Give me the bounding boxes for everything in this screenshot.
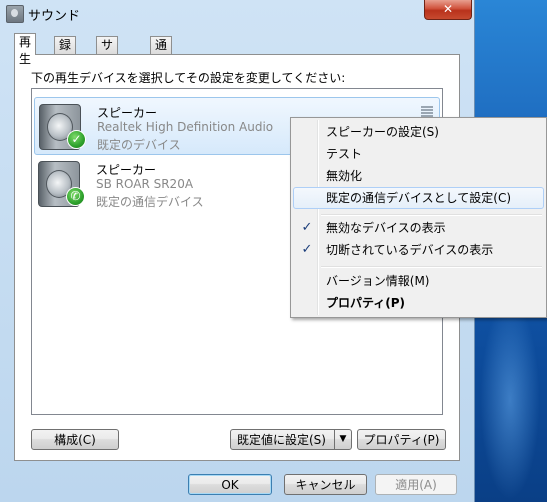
menu-item-label: スピーカーの設定(S) (326, 125, 439, 139)
set-default-button[interactable]: 既定値に設定(S) ▼ (230, 429, 352, 450)
menu-item-show-disabled[interactable]: ✓ 無効なデバイスの表示 (293, 217, 544, 239)
tab-sounds[interactable]: サウンド (96, 36, 119, 103)
instruction-text: 下の再生デバイスを選択してその設定を変更してください: (31, 71, 346, 85)
menu-item-label: 無効なデバイスの表示 (326, 221, 446, 235)
menu-item-label: 切断されているデバイスの表示 (326, 243, 494, 257)
tab-communications[interactable]: 通信 (150, 36, 173, 69)
check-icon: ✓ (67, 130, 86, 149)
menu-item-about[interactable]: バージョン情報(M) (293, 270, 544, 292)
speaker-app-icon (6, 5, 24, 23)
menu-item-disable[interactable]: 無効化 (293, 165, 544, 187)
menu-item-speaker-settings[interactable]: スピーカーの設定(S) (293, 121, 544, 143)
tab-recording[interactable]: 録音 (54, 36, 77, 69)
menu-item-test[interactable]: テスト (293, 143, 544, 165)
check-icon: ✓ (301, 242, 313, 257)
apply-button[interactable]: 適用(A) (375, 474, 457, 495)
menu-item-label: 無効化 (326, 169, 363, 183)
menu-separator (321, 214, 542, 216)
menu-item-label: プロパティ(P) (326, 296, 406, 310)
title-bar[interactable]: サウンド ✕ (0, 0, 474, 26)
device-status: 既定のデバイス (97, 138, 181, 152)
device-name: スピーカー (96, 163, 157, 177)
window-title: サウンド (28, 9, 81, 24)
cancel-button[interactable]: キャンセル (284, 474, 367, 495)
configure-button[interactable]: 構成(C) (31, 429, 119, 450)
menu-item-set-default-comm[interactable]: 既定の通信デバイスとして設定(C) (293, 187, 544, 209)
check-icon: ✓ (301, 220, 313, 235)
menu-separator (321, 266, 542, 268)
ok-button[interactable]: OK (188, 474, 272, 495)
menu-item-label: テスト (326, 147, 363, 161)
device-hardware: Realtek High Definition Audio (97, 120, 274, 134)
chevron-down-icon[interactable]: ▼ (334, 430, 351, 449)
desktop-glow (480, 300, 540, 500)
properties-button[interactable]: プロパティ(P) (357, 429, 446, 450)
menu-item-label: 既定の通信デバイスとして設定(C) (326, 191, 512, 205)
device-name: スピーカー (97, 106, 158, 120)
set-default-label: 既定値に設定(S) (237, 433, 326, 447)
phone-icon: ✆ (66, 187, 85, 206)
close-button[interactable]: ✕ (424, 0, 472, 20)
device-hardware: SB ROAR SR20A (96, 177, 194, 191)
context-menu: スピーカーの設定(S) テスト 無効化 既定の通信デバイスとして設定(C) ✓ … (290, 117, 547, 318)
tab-playback[interactable]: 再生 (14, 33, 37, 66)
menu-item-label: バージョン情報(M) (326, 274, 430, 288)
device-status: 既定の通信デバイス (96, 195, 204, 209)
menu-item-properties[interactable]: プロパティ(P) (293, 292, 544, 314)
menu-item-show-disconnected[interactable]: ✓ 切断されているデバイスの表示 (293, 239, 544, 261)
